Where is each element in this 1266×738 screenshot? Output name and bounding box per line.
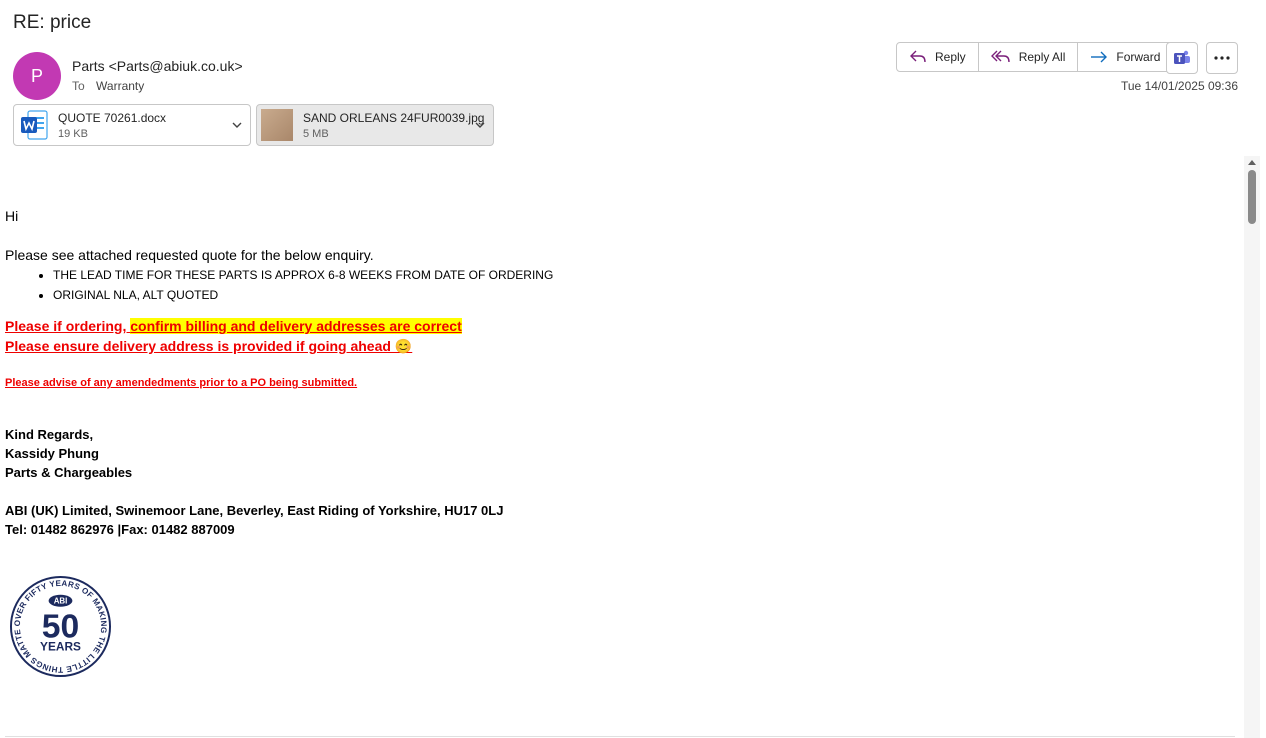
teams-button[interactable]	[1166, 42, 1198, 74]
warning-line-3: Please advise of any amendedments prior …	[5, 377, 358, 389]
email-subject: RE: price	[13, 12, 92, 33]
warning-line-1: Please if ordering, confirm billing and …	[5, 318, 1235, 334]
reply-label: Reply	[935, 50, 966, 64]
highlighted-warning: confirm billing and delivery addresses a…	[130, 318, 462, 334]
divider	[5, 736, 1235, 737]
more-actions-button[interactable]	[1206, 42, 1238, 74]
sender-avatar[interactable]: P	[13, 52, 61, 100]
intro-text: Please see attached requested quote for …	[5, 247, 374, 263]
reply-all-label: Reply All	[1018, 50, 1066, 64]
attachment-name: SAND ORLEANS 24FUR0039.jpg	[303, 110, 485, 125]
sender-name[interactable]: Parts <Parts@abiuk.co.uk>	[72, 58, 243, 74]
attachment-jpg[interactable]: SAND ORLEANS 24FUR0039.jpg 5 MB	[256, 104, 494, 146]
recipient-row: To Warranty	[72, 79, 144, 93]
attachment-size: 19 KB	[58, 127, 88, 140]
company-address: ABI (UK) Limited, Swinemoor Lane, Beverl…	[5, 503, 504, 518]
forward-icon	[1091, 51, 1108, 63]
list-item: ORIGINAL NLA, ALT QUOTED	[53, 288, 1235, 302]
image-thumbnail	[261, 109, 293, 141]
scroll-up-icon[interactable]	[1247, 158, 1257, 166]
reply-icon	[910, 50, 926, 63]
company-contact: Tel: 01482 862976 |Fax: 01482 887009	[5, 522, 235, 537]
to-label: To	[72, 79, 85, 93]
vertical-scrollbar[interactable]	[1244, 156, 1260, 738]
logo-brand: ABI	[54, 597, 68, 606]
word-icon	[21, 110, 48, 140]
warning-text: Please if ordering,	[5, 318, 131, 334]
avatar-initial: P	[30, 65, 43, 86]
forward-label: Forward	[1116, 50, 1161, 64]
teams-icon	[1174, 50, 1190, 64]
email-date: Tue 14/01/2025 09:36	[1121, 79, 1238, 93]
email-body: Hi Please see attached requested quote f…	[5, 208, 1235, 539]
recipient-value[interactable]: Warranty	[96, 79, 144, 93]
sig-closing: Kind Regards,	[5, 427, 94, 442]
action-button-group: Reply Reply All Forward	[896, 42, 1174, 72]
bullet-list: THE LEAD TIME FOR THESE PARTS IS APPROX …	[5, 268, 1235, 302]
abi-50-years-logo: OVER FIFTY YEARS OF MAKING THE LITTLE TH…	[9, 575, 112, 678]
reply-all-icon	[990, 50, 1010, 63]
scrollbar-thumb[interactable]	[1248, 170, 1256, 224]
greeting: Hi	[5, 208, 19, 224]
warning-line-2: Please ensure delivery address is provid…	[5, 338, 413, 354]
reply-all-button[interactable]: Reply All	[979, 43, 1079, 71]
sig-name: Kassidy Phung	[5, 446, 99, 461]
list-item: THE LEAD TIME FOR THESE PARTS IS APPROX …	[53, 268, 1235, 282]
chevron-down-icon[interactable]	[230, 118, 244, 132]
chevron-down-icon[interactable]	[473, 118, 487, 132]
attachment-size: 5 MB	[303, 127, 329, 140]
attachment-name: QUOTE 70261.docx	[58, 110, 167, 125]
attachment-docx[interactable]: QUOTE 70261.docx 19 KB	[13, 104, 251, 146]
sig-department: Parts & Chargeables	[5, 465, 133, 480]
reply-button[interactable]: Reply	[897, 43, 979, 71]
logo-word: YEARS	[40, 639, 81, 653]
forward-button[interactable]: Forward	[1078, 43, 1172, 71]
more-icon	[1214, 56, 1230, 60]
signature-block: Kind Regards, Kassidy Phung Parts & Char…	[5, 425, 1235, 539]
